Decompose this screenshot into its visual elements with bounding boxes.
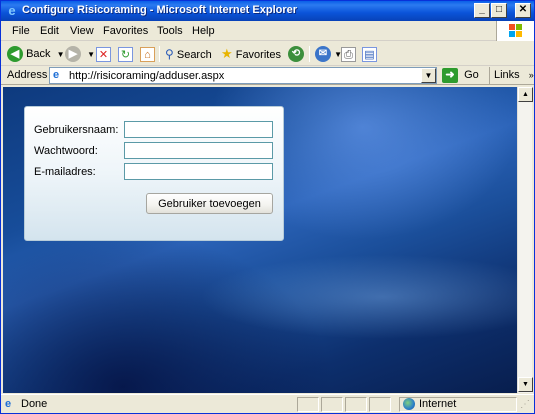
zone-pane: [399, 397, 517, 412]
chevron-right-icon: »: [528, 70, 534, 80]
menu-edit[interactable]: Edit: [40, 25, 59, 37]
scroll-up-button[interactable]: ▲: [518, 87, 533, 102]
standard-toolbar: ◀ Back ▼ ▶ ▼ ✕ ↻ ⌂ ⚲ Search ★ Favorites …: [1, 42, 534, 66]
forward-arrow-icon: ▶: [65, 46, 81, 63]
mail-icon: ✉: [315, 46, 331, 63]
windows-flag-icon: [509, 24, 523, 38]
menu-favorites[interactable]: Favorites: [103, 25, 148, 37]
add-user-button[interactable]: Gebruiker toevoegen: [146, 193, 273, 214]
home-button[interactable]: ⌂: [140, 45, 155, 63]
star-icon: ★: [221, 46, 233, 61]
favorites-button[interactable]: ★ Favorites: [221, 45, 281, 63]
back-button[interactable]: ◀ Back ▼: [7, 45, 65, 63]
back-arrow-icon: ◀: [7, 46, 23, 63]
status-page-icon: e: [5, 398, 12, 410]
go-arrow-icon: ➜: [442, 67, 458, 83]
maximize-button[interactable]: □: [491, 3, 507, 18]
minimize-button[interactable]: _: [474, 3, 490, 18]
refresh-icon: ↻: [118, 46, 133, 62]
windows-logo: [496, 21, 534, 41]
menu-file[interactable]: File: [12, 25, 30, 37]
edit-button[interactable]: ▤: [362, 45, 377, 63]
go-button[interactable]: ➜ Go: [442, 67, 479, 84]
zone-label: Internet: [419, 398, 457, 410]
browser-window: e Configure Risicoraming - Microsoft Int…: [0, 0, 535, 414]
mail-button[interactable]: ✉ ▼: [315, 45, 342, 63]
toolbar-separator: [159, 46, 160, 62]
status-pane: [321, 397, 343, 412]
address-input[interactable]: e http://risicoraming/adduser.aspx ▼: [49, 67, 437, 84]
menu-tools[interactable]: Tools: [157, 25, 183, 37]
globe-icon: [403, 398, 415, 410]
toolbar-separator: [309, 46, 310, 62]
close-button[interactable]: ✕: [515, 3, 531, 18]
scroll-down-button[interactable]: ▼: [518, 377, 533, 392]
status-pane: [297, 397, 319, 412]
refresh-button[interactable]: ↻: [118, 45, 133, 63]
search-button[interactable]: ⚲ Search: [165, 45, 212, 63]
address-bar: Address e http://risicoraming/adduser.as…: [1, 66, 534, 85]
stop-icon: ✕: [96, 46, 111, 62]
password-label: Wachtwoord:: [34, 145, 98, 157]
ie-logo-icon: e: [8, 3, 16, 18]
status-bar: e Done Internet ⋰: [1, 394, 534, 413]
status-pane: [345, 397, 367, 412]
status-text: Done: [21, 398, 48, 410]
history-button[interactable]: ⟲: [288, 45, 304, 63]
search-icon: ⚲: [165, 47, 174, 61]
username-label: Gebruikersnaam:: [34, 124, 119, 136]
page-content: Gebruikersnaam: Wachtwoord: E-mailadres:…: [3, 87, 517, 393]
printer-icon: ⎙: [341, 46, 356, 62]
back-label: Back: [26, 48, 51, 60]
forward-button[interactable]: ▶ ▼: [65, 45, 95, 63]
print-button[interactable]: ⎙: [341, 45, 356, 63]
email-label: E-mailadres:: [34, 166, 96, 178]
stop-button[interactable]: ✕: [96, 45, 111, 63]
vertical-scrollbar[interactable]: ▲ ▼: [517, 87, 533, 393]
home-icon: ⌂: [140, 46, 155, 62]
window-title: Configure Risicoraming - Microsoft Inter…: [22, 4, 298, 16]
resize-grip-icon[interactable]: ⋰: [520, 399, 532, 411]
go-label: Go: [464, 69, 479, 81]
menu-view[interactable]: View: [70, 25, 94, 37]
status-pane: [369, 397, 391, 412]
add-user-form: Gebruikersnaam: Wachtwoord: E-mailadres:…: [24, 106, 284, 241]
title-bar: e Configure Risicoraming - Microsoft Int…: [1, 1, 534, 21]
address-label: Address: [7, 69, 48, 81]
favorites-label: Favorites: [235, 49, 281, 61]
links-label: Links: [494, 69, 520, 81]
ie-page-icon: e: [53, 69, 60, 81]
email-input[interactable]: [124, 163, 273, 180]
username-input[interactable]: [124, 121, 273, 138]
address-url: http://risicoraming/adduser.aspx: [69, 70, 225, 82]
search-label: Search: [176, 49, 212, 61]
history-icon: ⟲: [288, 46, 304, 63]
menu-bar: File Edit View Favorites Tools Help: [1, 21, 534, 41]
address-dropdown-button[interactable]: ▼: [421, 68, 436, 83]
menu-help[interactable]: Help: [192, 25, 215, 37]
links-button[interactable]: Links »: [489, 67, 534, 84]
edit-page-icon: ▤: [362, 46, 377, 62]
chevron-down-icon: ▼: [87, 50, 95, 59]
password-input[interactable]: [124, 142, 273, 159]
chevron-down-icon: ▼: [56, 50, 65, 59]
